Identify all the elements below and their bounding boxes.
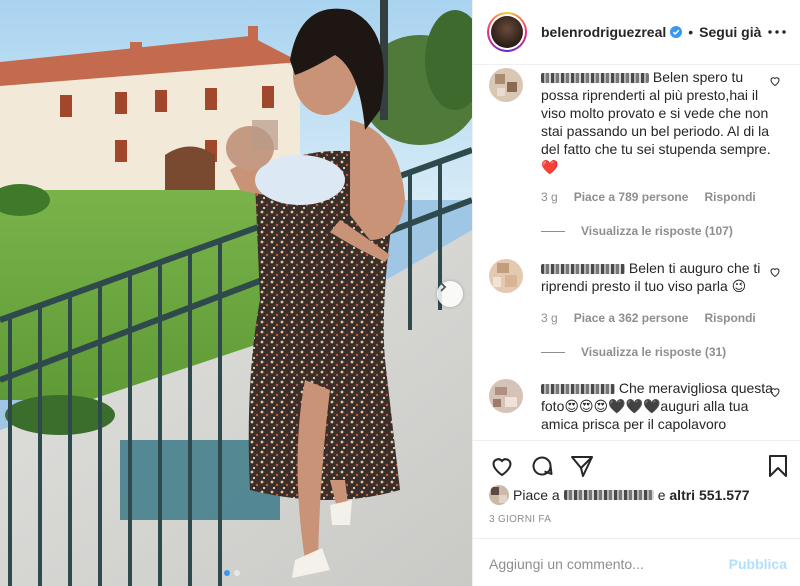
carousel-next-button[interactable] (437, 281, 463, 307)
comments-list[interactable]: Belen spero tu possa riprenderti al più … (473, 66, 800, 440)
carousel-indicator (224, 570, 240, 576)
comment-like-icon[interactable] (769, 385, 781, 403)
comment-like-icon[interactable] (769, 74, 781, 92)
more-options-icon[interactable] (767, 22, 787, 42)
profile-avatar[interactable] (487, 12, 527, 52)
post-photo[interactable] (0, 0, 472, 586)
verified-badge-icon (670, 26, 683, 38)
comment-likes[interactable]: Piace a 362 persone (574, 311, 689, 325)
comment-time[interactable]: 3 g (541, 311, 558, 325)
heart-outline-icon[interactable] (489, 453, 515, 479)
comment-meta: 3 g Piace a 362 persone Rispondi (541, 311, 756, 325)
photo-scene (0, 0, 472, 586)
post-actions-bar (473, 440, 800, 488)
likes-others[interactable]: altri 551.577 (669, 487, 749, 503)
carousel-dot-active (224, 570, 230, 576)
commenter-avatar[interactable] (489, 68, 523, 102)
post-side-panel: belenrodriguezreal • Segui già Belen spe… (472, 0, 800, 586)
liker-avatar (489, 485, 509, 505)
reply-button[interactable]: Rispondi (704, 190, 755, 204)
blurred-username[interactable] (541, 264, 625, 275)
blurred-username[interactable] (541, 73, 649, 84)
header-separator: • (688, 24, 694, 40)
commenter-avatar[interactable] (489, 259, 523, 293)
bookmark-icon[interactable] (765, 453, 791, 479)
username-link[interactable]: belenrodriguezreal (541, 24, 666, 40)
comment-input[interactable]: Aggiungi un commento... (489, 556, 644, 572)
comment-time[interactable]: 3 g (541, 190, 558, 204)
add-comment-form: Aggiungi un commento... Pubblica (473, 538, 800, 586)
likes-summary[interactable]: Piace a e altri 551.577 (489, 485, 750, 505)
likes-conjunction: e (657, 487, 666, 503)
paper-plane-icon[interactable] (569, 453, 595, 479)
publish-button[interactable]: Pubblica (729, 556, 787, 572)
blurred-username[interactable] (541, 384, 615, 395)
view-replies-button[interactable]: Visualizza le risposte (107) (541, 224, 733, 238)
comment-text: Belen spero tu possa riprenderti al più … (541, 69, 771, 175)
view-replies-label: Visualizza le risposte (31) (581, 345, 727, 359)
post-date[interactable]: 3 GIORNI FA (489, 514, 551, 525)
view-replies-label: Visualizza le risposte (107) (581, 224, 733, 238)
reply-button[interactable]: Rispondi (704, 311, 755, 325)
likes-prefix: Piace a (513, 487, 560, 503)
comment-bubble-icon[interactable] (529, 453, 555, 479)
carousel-dot (234, 570, 240, 576)
post-header: belenrodriguezreal • Segui già (473, 0, 800, 65)
comment-likes[interactable]: Piace a 789 persone (574, 190, 689, 204)
comment-meta: 3 g Piace a 789 persone Rispondi (541, 190, 756, 204)
chevron-right-icon (440, 282, 447, 292)
blurred-liker-name[interactable] (563, 490, 654, 500)
commenter-avatar[interactable] (489, 379, 523, 413)
following-button[interactable]: Segui già (699, 24, 761, 40)
comment-like-icon[interactable] (769, 265, 781, 283)
view-replies-button[interactable]: Visualizza le risposte (31) (541, 345, 726, 359)
